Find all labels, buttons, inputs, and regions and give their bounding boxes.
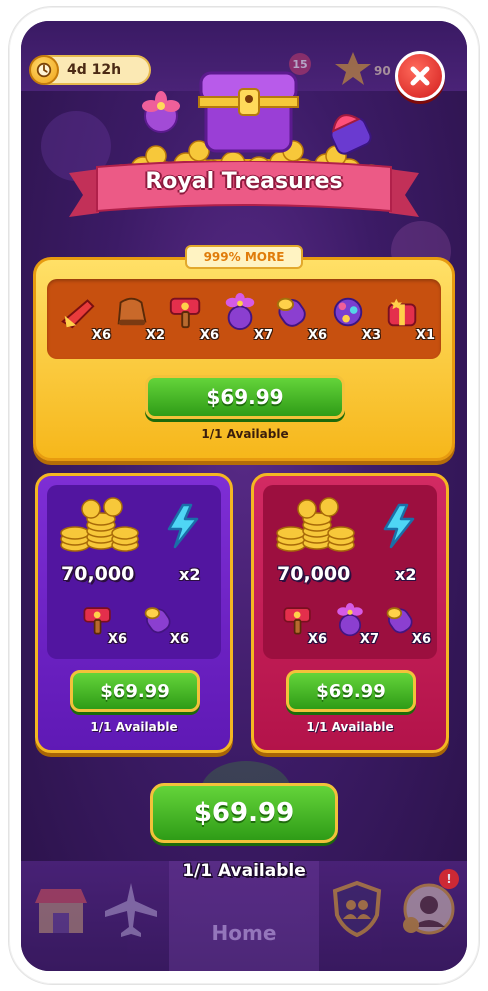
pink-offer-buy-button[interactable]: $69.99 [286, 670, 416, 712]
nav-home-label[interactable]: Home [169, 921, 319, 945]
lightning-bolt-icon [167, 503, 199, 549]
orb-bomb-icon [333, 297, 363, 327]
rocket-booster-icon [61, 299, 95, 329]
offer-item: X6 [385, 603, 431, 647]
side-offer-contents: 70,000 x2 X6 X6 [47, 485, 221, 659]
offer-item: X7 [333, 603, 379, 647]
coin-stack-icon [276, 497, 355, 552]
clock-icon [29, 55, 59, 85]
offer-item: X6 [143, 603, 189, 647]
game-screen: 4d 12h 15 90 Royal Treasures 999% MORE X… [21, 21, 467, 971]
coin-amount: 70,000 [277, 563, 351, 585]
hammer-booster-icon [169, 297, 201, 329]
boot-booster-icon [117, 297, 147, 326]
cannon-booster-icon [276, 297, 306, 327]
main-offer-availability: 1/1 Available [201, 427, 289, 441]
nav-item-travel[interactable] [95, 871, 167, 961]
side-offer-card-pink: 70,000 x2 X6 X7 X6 $69.99 1/1 Available [251, 473, 449, 753]
offer-item: X6 [165, 289, 219, 347]
offer-item: X7 [219, 289, 273, 347]
side-offer-card-purple: 70,000 x2 X6 X6 $69.99 1/1 Available [35, 473, 233, 753]
offer-item: X1 [381, 289, 435, 347]
coin-amount: 70,000 [61, 563, 135, 585]
coin-stack-icon [60, 497, 139, 552]
bolt-qty: x2 [395, 565, 417, 584]
airplane-icon [105, 883, 157, 937]
team-shield-icon [332, 880, 382, 938]
offer-item: X6 [281, 603, 327, 647]
offer-item: X6 [273, 289, 327, 347]
purple-offer-buy-button[interactable]: $69.99 [70, 670, 200, 712]
main-offer-buy-button[interactable]: $69.99 [145, 375, 345, 419]
offer-title: Royal Treasures [145, 169, 343, 194]
nav-item-shop[interactable] [25, 871, 97, 961]
gift-box-icon [387, 298, 417, 327]
offer-item: X3 [327, 289, 381, 347]
close-icon [410, 66, 430, 86]
bolt-qty: x2 [179, 565, 201, 584]
bonus-tag: 999% MORE [185, 245, 303, 269]
main-offer-items: X6 X2 X6 X7 X6 X3 X1 [47, 279, 441, 359]
flower-bomb-icon [225, 293, 255, 331]
pink-offer-availability: 1/1 Available [306, 720, 394, 734]
bottom-buy-button[interactable]: $69.99 [150, 783, 338, 843]
offer-item: X2 [111, 289, 165, 347]
nav-item-team[interactable] [321, 871, 393, 961]
purple-offer-availability: 1/1 Available [90, 720, 178, 734]
bottom-availability: 1/1 Available [182, 861, 306, 881]
offer-item: X6 [57, 289, 111, 347]
offer-item: X6 [81, 603, 127, 647]
lightning-bolt-icon [383, 503, 415, 549]
shop-icon [35, 889, 87, 933]
side-offer-contents: 70,000 x2 X6 X7 X6 [263, 485, 437, 659]
